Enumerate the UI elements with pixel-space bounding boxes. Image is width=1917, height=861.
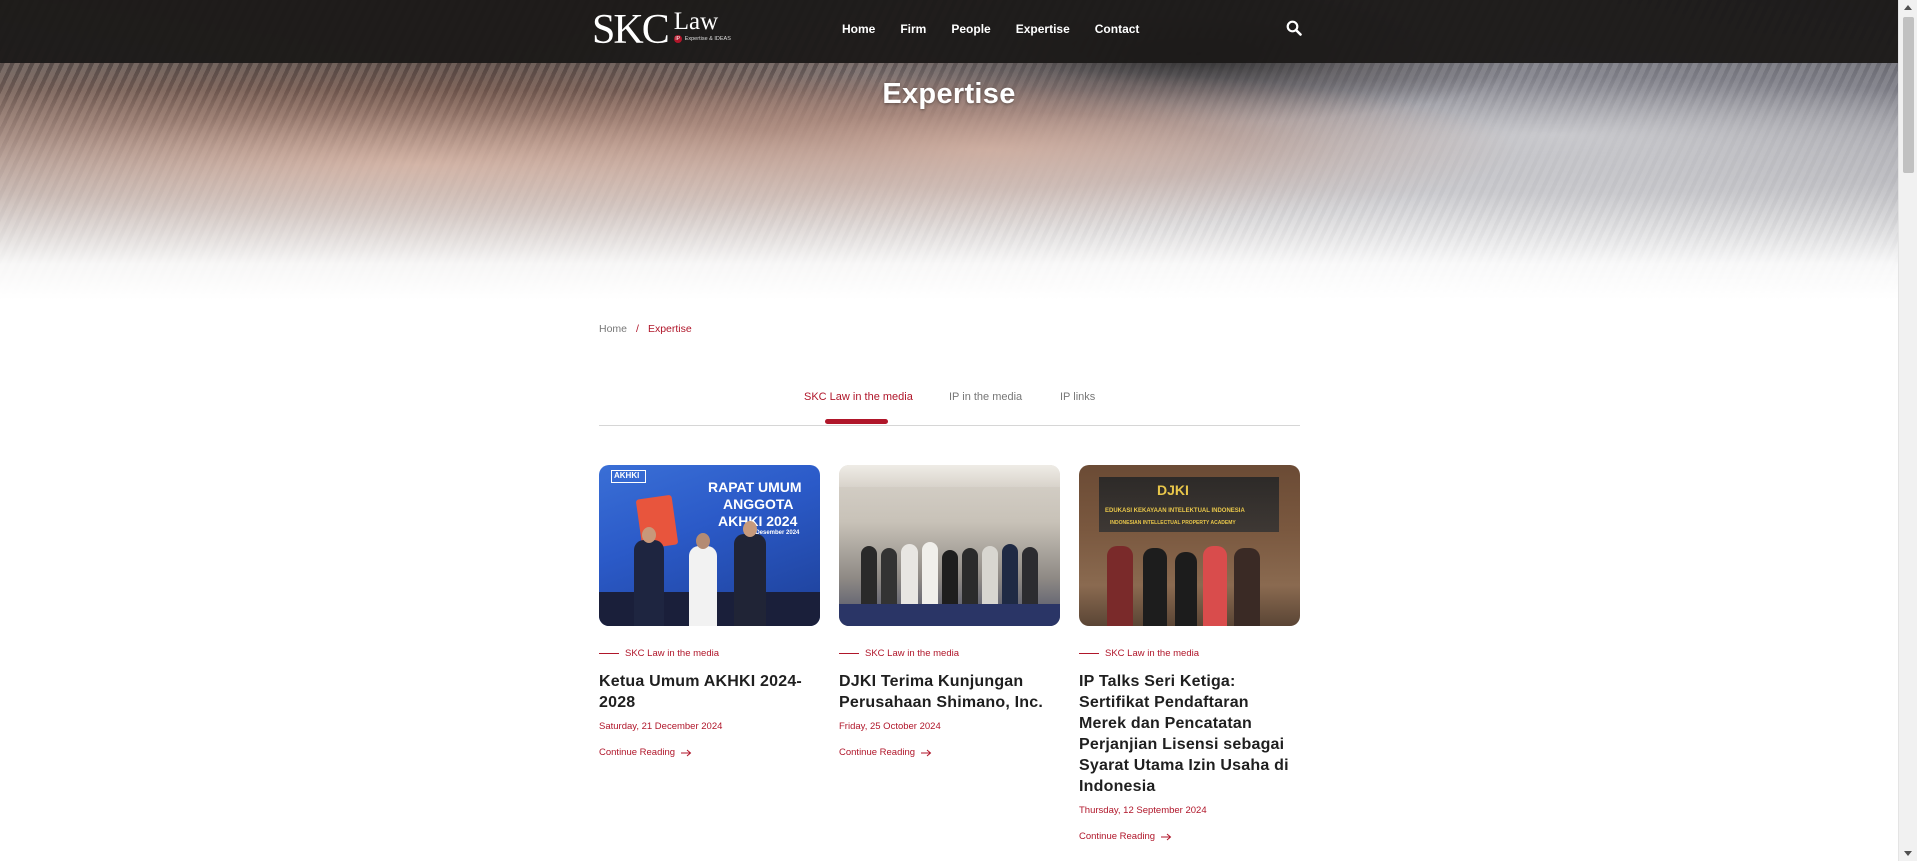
person <box>1175 552 1197 626</box>
category-line <box>1079 653 1099 654</box>
breadcrumb: Home / Expertise <box>599 323 692 335</box>
article-image[interactable] <box>839 465 1060 626</box>
logo-right: Law IP Expertise & IDEAS <box>673 8 731 43</box>
article-title[interactable]: IP Talks Seri Ketiga: Sertifikat Pendaft… <box>1079 671 1300 797</box>
continue-reading-link[interactable]: Continue Reading <box>839 747 1060 758</box>
category-label: SKC Law in the media <box>625 648 719 659</box>
active-tab-indicator <box>825 419 888 424</box>
nav-people[interactable]: People <box>951 22 990 36</box>
article-date: Saturday, 21 December 2024 <box>599 721 723 732</box>
image-text: AKHKI 2024 <box>718 513 798 529</box>
article-image[interactable]: DJKI EDUKASI KEKAYAAN INTELEKTUAL INDONE… <box>1079 465 1300 626</box>
continue-reading-label: Continue Reading <box>1079 831 1156 842</box>
logo-law: Law <box>673 8 719 35</box>
arrow-right-icon <box>1161 833 1172 840</box>
article-title[interactable]: Ketua Umum AKHKI 2024-2028 <box>599 671 820 713</box>
continue-reading-label: Continue Reading <box>839 747 916 758</box>
image-chairs <box>839 604 1060 626</box>
article-card: AKHKI RAPAT UMUM ANGGOTA AKHKI 2024 19 D… <box>599 465 820 758</box>
image-text: EDUKASI KEKAYAAN INTELEKTUAL INDONESIA <box>1105 508 1245 514</box>
top-navbar: SKC Law IP Expertise & IDEAS Home Firm P… <box>0 0 1898 63</box>
nav-expertise[interactable]: Expertise <box>1016 22 1070 36</box>
article-category: SKC Law in the media <box>599 648 820 659</box>
person <box>1203 546 1227 626</box>
category-line <box>839 653 859 654</box>
main-nav: Home Firm People Expertise Contact <box>842 22 1164 36</box>
image-text: INDONESIAN INTELLECTUAL PROPERTY ACADEMY <box>1110 520 1236 526</box>
nav-home[interactable]: Home <box>842 22 875 36</box>
article-category: SKC Law in the media <box>1079 648 1300 659</box>
breadcrumb-separator: / <box>636 323 639 335</box>
article-image[interactable]: AKHKI RAPAT UMUM ANGGOTA AKHKI 2024 19 D… <box>599 465 820 626</box>
scroll-up-icon[interactable] <box>1904 5 1912 10</box>
article-date: Thursday, 12 September 2024 <box>1079 805 1207 816</box>
person <box>1143 548 1167 626</box>
tab-ip-links[interactable]: IP links <box>1060 391 1095 403</box>
head <box>642 527 656 543</box>
tab-ip-in-the-media[interactable]: IP in the media <box>949 391 1022 403</box>
scroll-thumb[interactable] <box>1903 17 1914 173</box>
person <box>689 546 717 626</box>
logo-tagline: Expertise & IDEAS <box>684 36 731 42</box>
scroll-down-icon[interactable] <box>1904 851 1912 856</box>
head <box>743 521 757 537</box>
person <box>734 534 766 626</box>
category-label: SKC Law in the media <box>865 648 959 659</box>
logo-wordmark: SKC <box>592 7 670 53</box>
akhki-logo: AKHKI <box>611 470 646 483</box>
category-label: SKC Law in the media <box>1105 648 1199 659</box>
arrow-right-icon <box>681 749 692 756</box>
nav-firm[interactable]: Firm <box>900 22 926 36</box>
breadcrumb-home[interactable]: Home <box>599 323 627 335</box>
article-card: SKC Law in the media DJKI Terima Kunjung… <box>839 465 1060 758</box>
tab-bar: SKC Law in the media IP in the media IP … <box>599 388 1300 426</box>
nav-contact[interactable]: Contact <box>1095 22 1140 36</box>
continue-reading-link[interactable]: Continue Reading <box>1079 831 1300 842</box>
article-card: DJKI EDUKASI KEKAYAAN INTELEKTUAL INDONE… <box>1079 465 1300 842</box>
arrow-right-icon <box>921 749 932 756</box>
person <box>1107 546 1133 626</box>
article-date: Friday, 25 October 2024 <box>839 721 941 732</box>
person <box>1234 548 1260 626</box>
site-logo[interactable]: SKC Law IP Expertise & IDEAS <box>592 7 731 53</box>
continue-reading-label: Continue Reading <box>599 747 676 758</box>
search-icon[interactable] <box>1286 20 1302 36</box>
continue-reading-link[interactable]: Continue Reading <box>599 747 820 758</box>
image-ceiling <box>839 465 1060 487</box>
image-text: RAPAT UMUM <box>708 479 802 495</box>
page-title: Expertise <box>882 78 1016 110</box>
tab-skc-law-in-the-media[interactable]: SKC Law in the media <box>804 391 913 403</box>
article-title[interactable]: DJKI Terima Kunjungan Perusahaan Shimano… <box>839 671 1060 713</box>
image-text: ANGGOTA <box>723 496 794 512</box>
person <box>634 540 664 626</box>
head <box>696 533 710 549</box>
logo-badge: IP <box>673 35 682 43</box>
article-category: SKC Law in the media <box>839 648 1060 659</box>
logo-tag: IP Expertise & IDEAS <box>673 35 731 43</box>
page-scrollbar[interactable] <box>1898 0 1917 861</box>
djki-logo: DJKI <box>1157 482 1189 498</box>
breadcrumb-current: Expertise <box>647 323 692 335</box>
category-line <box>599 653 619 654</box>
